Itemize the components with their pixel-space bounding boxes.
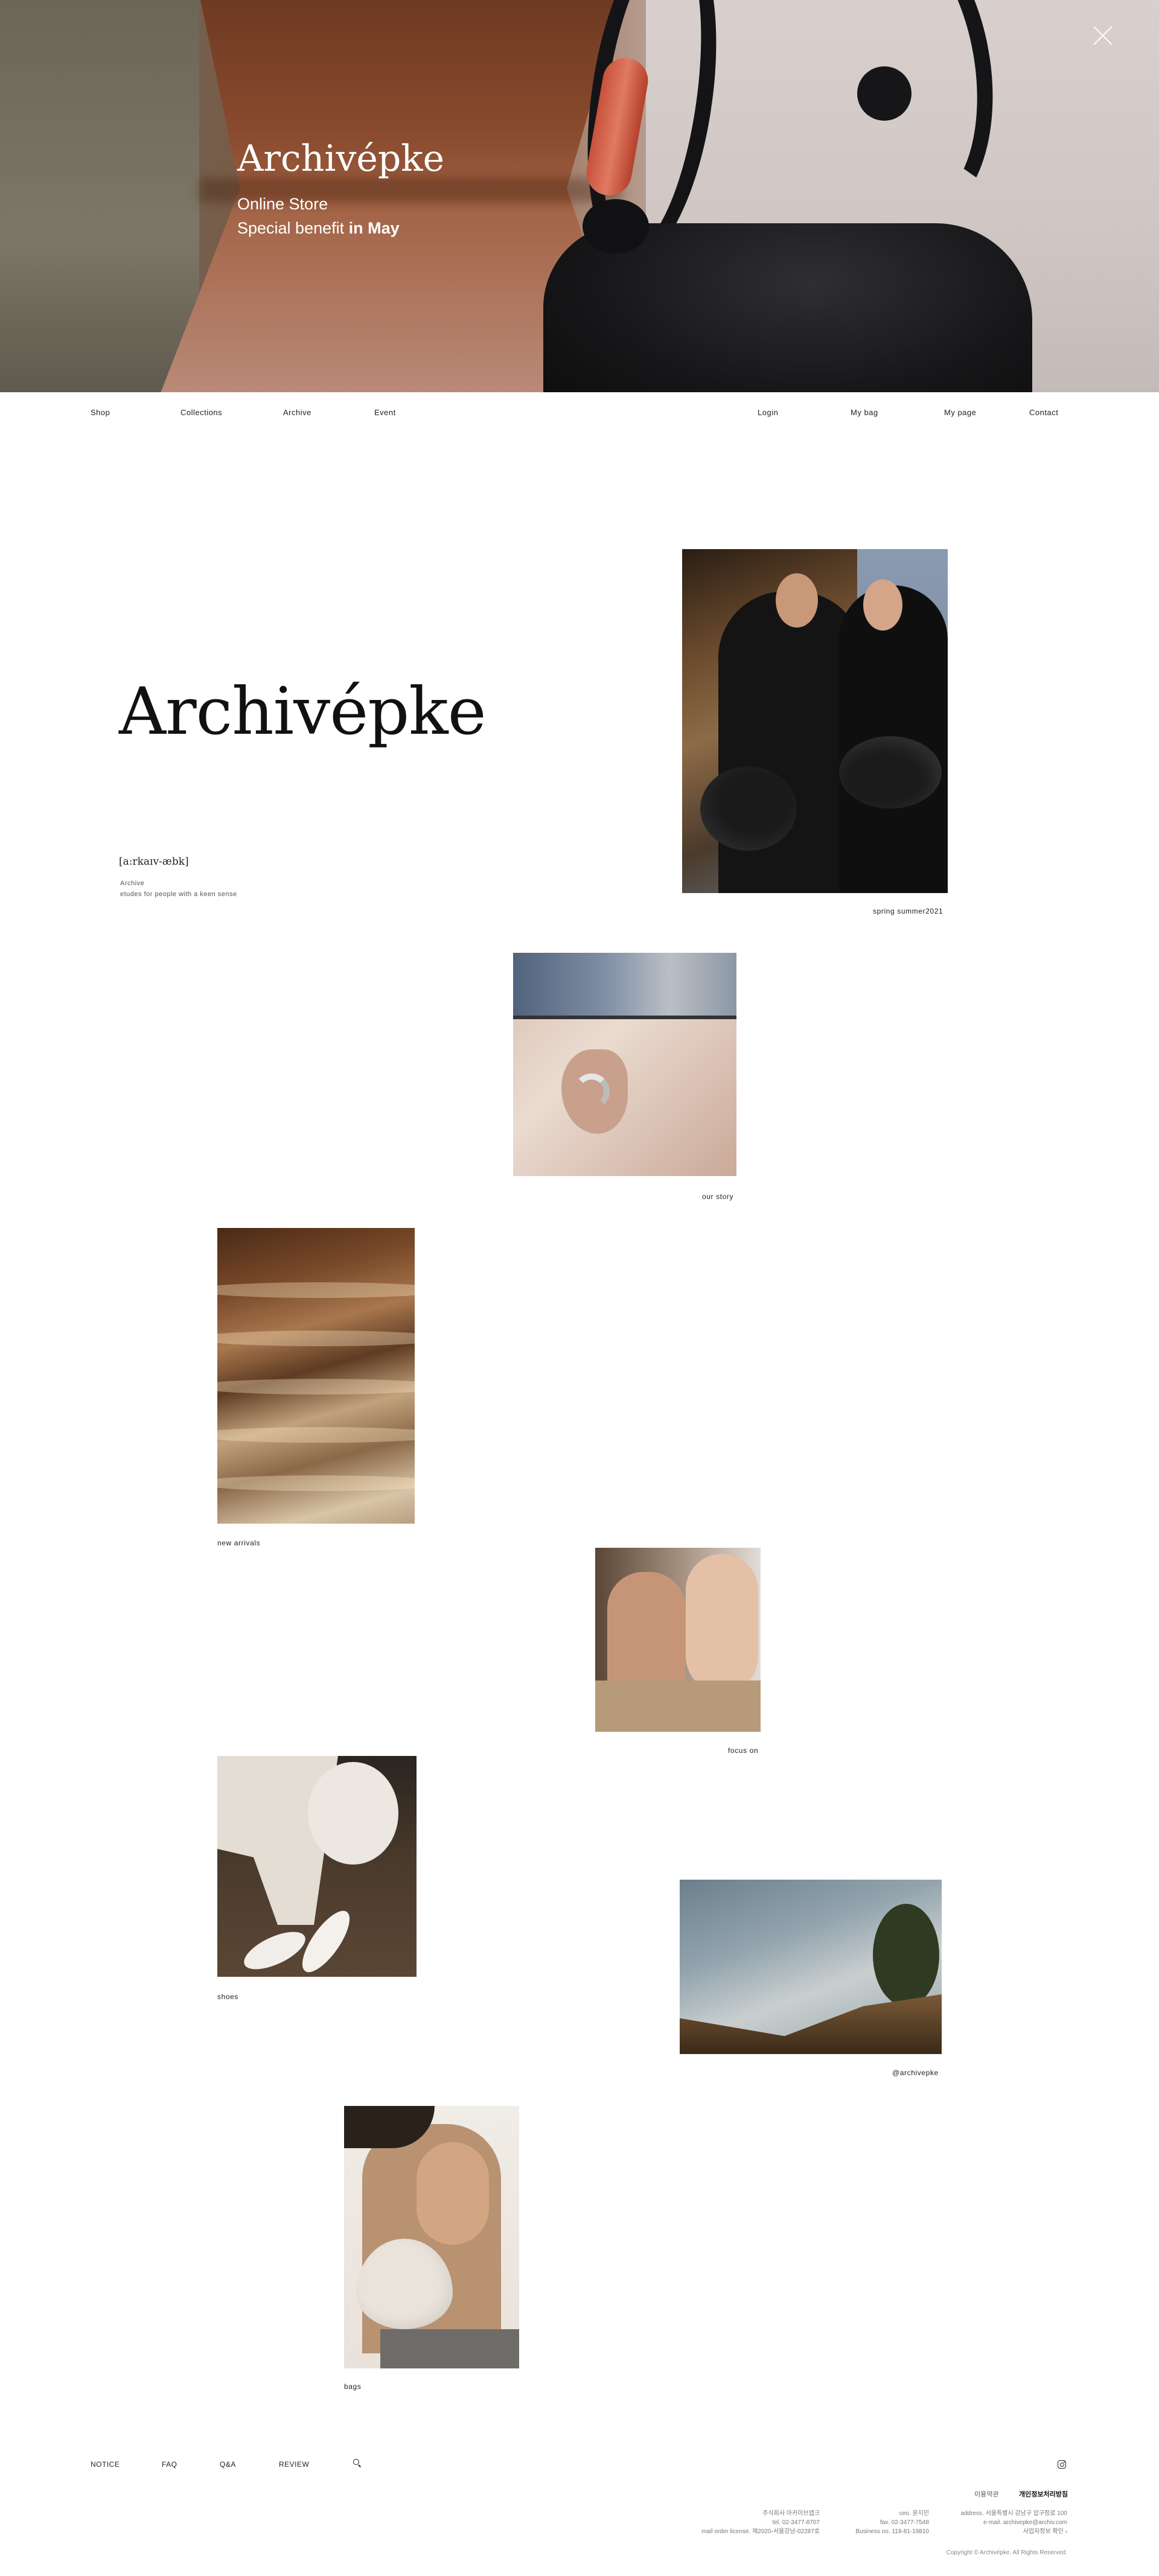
gallery-photo-focus-on[interactable] (595, 1548, 761, 1732)
hero-copy: Archivépke Online Store Special benefit … (237, 138, 444, 240)
caption-new-arrivals[interactable]: new arrivals (217, 1539, 260, 1547)
footer-link-notice[interactable]: NOTICE (91, 2460, 120, 2469)
hero-benefit-prefix: Special benefit (237, 219, 349, 237)
brand-definition-title: Archive (120, 880, 145, 887)
nav-collections[interactable]: Collections (180, 408, 222, 417)
gallery-photo-shoes[interactable] (217, 1756, 417, 1977)
rock-layer (217, 1282, 415, 1298)
photo-bag (308, 1762, 398, 1865)
company-fax: fax. 02-3477-7548 (880, 2519, 929, 2526)
footer-link-review[interactable]: REVIEW (279, 2460, 309, 2469)
nav-my-page[interactable]: My page (944, 408, 976, 417)
caption-spring-summer[interactable]: spring summer2021 (873, 907, 943, 915)
terms-link[interactable]: 이용약관 (974, 2489, 998, 2499)
nav-archive[interactable]: Archive (283, 408, 311, 417)
photo-tree (873, 1904, 939, 2006)
main-nav: Shop Collections Archive Event Login My … (0, 392, 1159, 434)
hero-benefit: Special benefit in May (237, 216, 444, 240)
nav-shop[interactable]: Shop (91, 408, 110, 417)
caption-our-story[interactable]: our story (702, 1192, 733, 1201)
photo-bag (700, 766, 797, 851)
hero-bag-knot-right (857, 66, 912, 121)
gallery-photo-instagram[interactable] (680, 1880, 942, 2054)
nav-contact[interactable]: Contact (1029, 408, 1058, 417)
photo-model-head-2 (863, 579, 902, 631)
brand-pronunciation: [a:rkaıv-æbk] (119, 856, 189, 868)
gallery-photo-spring-summer[interactable] (682, 549, 948, 893)
rock-layer (217, 1427, 415, 1443)
company-business-no: Business no. 118-81-19810 (855, 2528, 929, 2535)
gallery-photo-bags[interactable] (344, 2106, 519, 2368)
hero-banner[interactable]: Archivépke Online Store Special benefit … (0, 0, 1159, 392)
footer-address-info: address. 서울특별시 강남구 압구정로 100 e-mail. arch… (960, 2509, 1067, 2536)
company-address: address. 서울특별시 강남구 압구정로 100 (960, 2510, 1067, 2517)
photo-bag-2 (839, 736, 942, 809)
caption-bags[interactable]: bags (344, 2382, 361, 2391)
rock-layer (217, 1379, 415, 1395)
footer-company-info: 주식회사 아카이브앱크 tel. 02-3477-8707 mail order… (701, 2509, 820, 2536)
caption-focus-on[interactable]: focus on (728, 1746, 758, 1755)
caption-shoes[interactable]: shoes (217, 1992, 238, 2001)
photo-divider (513, 1016, 736, 1019)
company-ceo: ceo. 윤지민 (899, 2510, 929, 2517)
gallery-photo-our-story[interactable] (513, 953, 736, 1176)
brand-definition-text: etudes for people with a keen sense (120, 891, 237, 898)
company-email: e-mail. archivepke@archiv.com (983, 2519, 1067, 2526)
nav-event[interactable]: Event (374, 408, 396, 417)
photo-earring (573, 1073, 610, 1110)
footer-link-qna[interactable]: Q&A (220, 2460, 236, 2469)
photo-model-shoulder (417, 2142, 489, 2245)
privacy-link[interactable]: 개인정보처리방침 (1019, 2489, 1068, 2499)
rock-layer (217, 1331, 415, 1346)
nav-login[interactable]: Login (758, 408, 778, 417)
search-icon[interactable] (353, 2459, 362, 2467)
rock-layer (217, 1475, 415, 1491)
hero-photo-wall (0, 0, 199, 392)
instagram-icon[interactable] (1058, 2460, 1066, 2469)
nav-my-bag[interactable]: My bag (851, 408, 878, 417)
company-name: 주식회사 아카이브앱크 (762, 2510, 820, 2517)
photo-shoe (238, 1924, 311, 1977)
hero-brand-logo: Archivépke (237, 138, 445, 180)
close-icon[interactable] (1093, 25, 1113, 46)
company-license: mail order license. 제2020-서울강남-02287호 (701, 2528, 820, 2535)
hero-subtitle: Online Store (237, 195, 328, 213)
brand-logo-large: Archivépke (119, 674, 487, 749)
gallery-photo-new-arrivals[interactable] (217, 1228, 415, 1524)
caption-instagram[interactable]: @archivepke (892, 2069, 939, 2077)
footer-link-faq[interactable]: FAQ (162, 2460, 177, 2469)
business-info-link[interactable]: 사업자정보 확인 › (960, 2527, 1067, 2536)
photo-shirt (595, 1681, 761, 1732)
photo-shore (680, 1994, 942, 2054)
copyright: Copyright © Archivépke. All Rights Reser… (946, 2549, 1067, 2556)
photo-pants (380, 2329, 519, 2368)
hero-benefit-bold: in May (348, 219, 400, 237)
company-tel: tel. 02-3477-8707 (772, 2519, 820, 2526)
photo-face-2 (686, 1554, 758, 1693)
photo-background (513, 953, 736, 1016)
hero-bag-knot (583, 199, 649, 253)
photo-model-head (776, 573, 818, 628)
footer-ceo-info: ceo. 윤지민 fax. 02-3477-7548 Business no. … (855, 2509, 929, 2536)
